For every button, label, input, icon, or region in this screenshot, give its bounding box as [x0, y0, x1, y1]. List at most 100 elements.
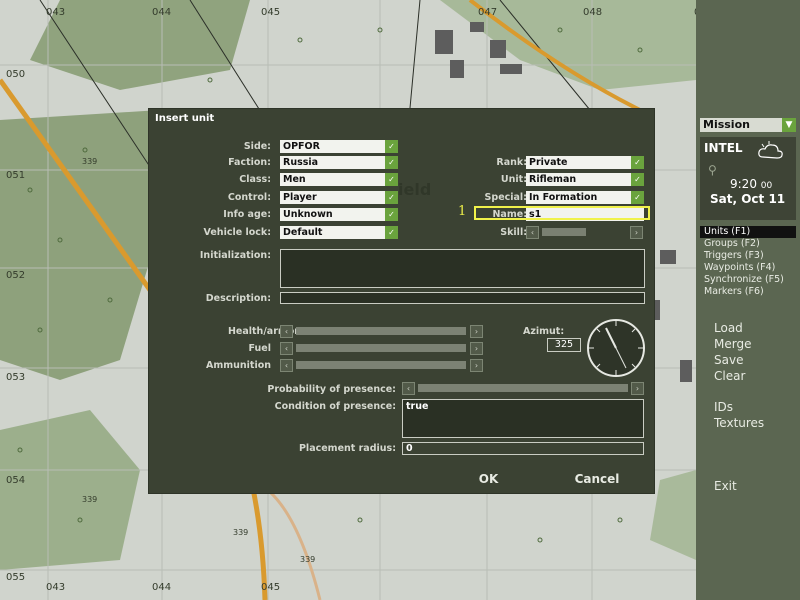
elevation-label: 339 [233, 528, 249, 537]
chevron-down-icon[interactable]: ✓ [631, 156, 644, 169]
slider-track[interactable] [418, 384, 628, 392]
condition-input[interactable]: true [402, 399, 644, 438]
unit-label: Unit: [500, 174, 527, 185]
grid-label: 044 [152, 7, 172, 18]
textures-button[interactable]: Textures [702, 416, 796, 430]
exit-button[interactable]: Exit [702, 479, 796, 493]
azimut-dial[interactable] [586, 318, 646, 378]
grid-label: 043 [46, 582, 66, 593]
grid-label: 045 [261, 582, 281, 593]
unit-select[interactable]: Rifleman ✓ [526, 173, 644, 186]
initialization-value [281, 257, 284, 268]
class-select[interactable]: Men ✓ [280, 173, 398, 186]
chevron-right-icon[interactable]: › [470, 359, 483, 372]
grid-label: 053 [6, 372, 26, 383]
load-button[interactable]: Load [702, 321, 796, 335]
special-label: Special: [484, 192, 527, 203]
faction-value: Russia [283, 157, 319, 168]
probability-label: Probability of presence: [267, 384, 396, 395]
faction-select[interactable]: Russia ✓ [280, 156, 398, 169]
chevron-down-icon[interactable]: ▼ [782, 118, 796, 132]
special-select[interactable]: In Formation ✓ [526, 191, 644, 204]
exit-button-label: Exit [714, 479, 737, 493]
vehicle-lock-label: Vehicle lock: [203, 227, 271, 238]
elevation-label: 339 [82, 495, 98, 504]
chevron-left-icon[interactable]: ‹ [280, 325, 293, 338]
elevation-label: 339 [82, 157, 98, 166]
chevron-down-icon[interactable]: ✓ [631, 191, 644, 204]
slider-track[interactable] [296, 327, 466, 335]
insert-unit-dialog: Insert unit Side: OPFOR ✓ Faction: Russia… [148, 108, 655, 494]
side-select[interactable]: OPFOR ✓ [280, 140, 398, 153]
grid-label: 051 [6, 170, 26, 181]
fuel-label: Fuel [248, 343, 271, 354]
chevron-left-icon[interactable]: ‹ [402, 382, 415, 395]
description-value [281, 300, 284, 311]
description-label: Description: [205, 293, 271, 304]
info-age-select[interactable]: Unknown ✓ [280, 208, 398, 221]
grid-label: 047 [478, 7, 498, 18]
mode-item-triggers[interactable]: Triggers (F3) [700, 250, 796, 262]
slider-track[interactable] [296, 344, 466, 352]
chevron-left-icon[interactable]: ‹ [280, 342, 293, 355]
ok-button-label: OK [478, 472, 499, 486]
grid-label: 055 [6, 572, 26, 583]
ids-button-label: IDs [714, 400, 734, 414]
chevron-down-icon[interactable]: ✓ [385, 140, 398, 153]
chevron-down-icon[interactable]: ✓ [385, 173, 398, 186]
dialog-title: Insert unit [155, 113, 215, 124]
chevron-down-icon[interactable]: ✓ [385, 226, 398, 239]
chevron-right-icon[interactable]: › [631, 382, 644, 395]
intel-box[interactable]: INTEL ⚲ 9:20 00 Sat, Oct 11 [700, 137, 796, 220]
annotation-highlight-box [474, 206, 650, 220]
health-slider[interactable]: ‹ › [280, 325, 483, 338]
grid-label: 045 [261, 7, 281, 18]
chevron-left-icon[interactable]: ‹ [280, 359, 293, 372]
placement-radius-input[interactable]: 0 [402, 442, 644, 455]
clear-button[interactable]: Clear [702, 369, 796, 383]
chevron-down-icon[interactable]: ✓ [631, 173, 644, 186]
mode-list: Units (F1) Groups (F2) Triggers (F3) Way… [700, 226, 796, 298]
initialization-input[interactable] [280, 249, 645, 288]
mode-item-markers[interactable]: Markers (F6) [700, 286, 796, 298]
chevron-down-icon[interactable]: ✓ [385, 156, 398, 169]
mode-item-waypoints[interactable]: Waypoints (F4) [700, 262, 796, 274]
chevron-right-icon[interactable]: › [470, 342, 483, 355]
merge-button[interactable]: Merge [702, 337, 796, 351]
slider-track[interactable] [296, 361, 466, 369]
chevron-right-icon[interactable]: › [630, 226, 643, 239]
mode-item-synchronize[interactable]: Synchronize (F5) [700, 274, 796, 286]
skill-slider[interactable]: ‹ › [526, 226, 644, 239]
mode-item-groups[interactable]: Groups (F2) [700, 238, 796, 250]
vehicle-lock-select[interactable]: Default ✓ [280, 226, 398, 239]
ids-button[interactable]: IDs [702, 400, 796, 414]
control-label: Control: [227, 192, 271, 203]
control-select[interactable]: Player ✓ [280, 191, 398, 204]
textures-button-label: Textures [714, 416, 765, 430]
grid-label: 052 [6, 270, 26, 281]
special-value: In Formation [529, 192, 598, 203]
azimut-input[interactable]: 325 [547, 338, 581, 352]
chevron-down-icon[interactable]: ✓ [385, 208, 398, 221]
intel-title: INTEL [704, 141, 743, 155]
probability-slider[interactable]: ‹ › [402, 382, 644, 395]
intel-time: 9:20 00 [730, 177, 772, 191]
grid-label: 054 [6, 475, 26, 486]
rank-select[interactable]: Private ✓ [526, 156, 644, 169]
mode-item-units[interactable]: Units (F1) [700, 226, 796, 238]
fuel-slider[interactable]: ‹ › [280, 342, 483, 355]
description-input[interactable] [280, 292, 645, 304]
slider-track[interactable] [542, 228, 586, 236]
chevron-down-icon[interactable]: ✓ [385, 191, 398, 204]
ok-button[interactable]: OK [441, 472, 536, 486]
ammunition-slider[interactable]: ‹ › [280, 359, 483, 372]
cancel-button[interactable]: Cancel [551, 472, 643, 486]
side-value: OPFOR [283, 141, 320, 152]
rank-value: Private [529, 157, 568, 168]
save-button[interactable]: Save [702, 353, 796, 367]
mode-select[interactable]: Mission ▼ [700, 118, 796, 132]
chevron-left-icon[interactable]: ‹ [526, 226, 539, 239]
initialization-label: Initialization: [199, 250, 271, 261]
chevron-right-icon[interactable]: › [470, 325, 483, 338]
unit-value: Rifleman [529, 174, 577, 185]
